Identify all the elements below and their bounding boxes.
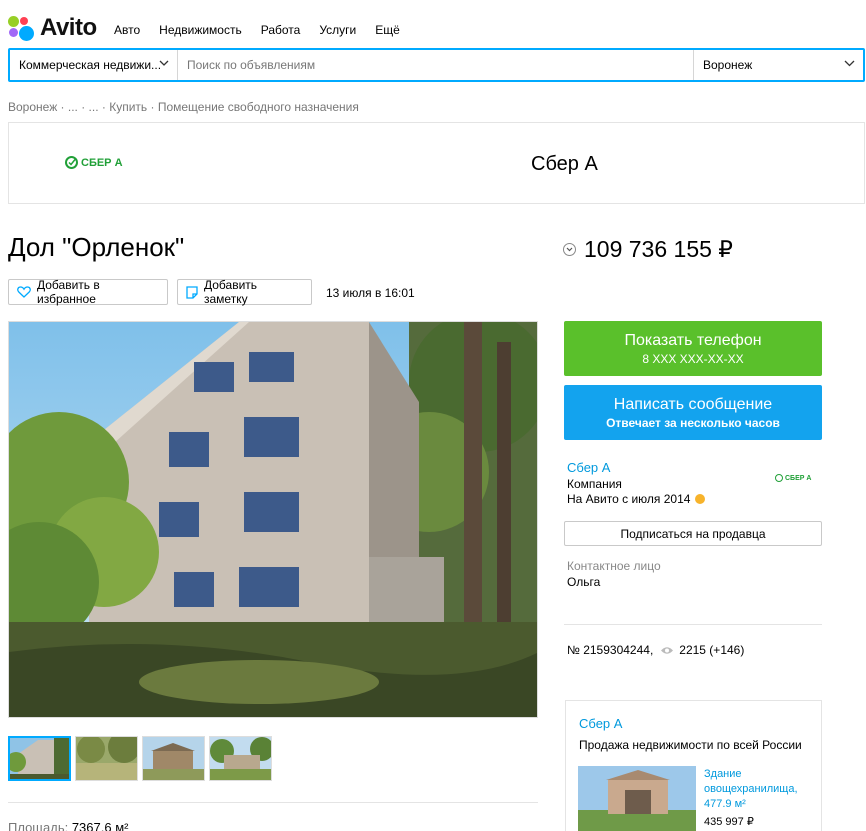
show-phone-label: Показать телефон: [624, 331, 762, 349]
listing-price: 109 736 155 ₽: [584, 236, 733, 262]
add-to-favorites-button[interactable]: Добавить в избранное: [8, 278, 168, 306]
photo-thumbnail[interactable]: [209, 736, 272, 781]
city-select[interactable]: Воронеж: [693, 50, 863, 80]
eye-icon: [660, 646, 674, 655]
seller-item-price: 435 997 ₽: [704, 816, 754, 828]
thumbnail-image: [210, 737, 271, 780]
search-bar: Коммерческая недвижи... Воронеж: [8, 48, 865, 82]
seller-card-description: Продажа недвижимости по всей России: [579, 738, 802, 752]
seller-name-link[interactable]: Сбер А: [567, 460, 610, 475]
add-to-favorites-label: Добавить в избранное: [37, 278, 100, 306]
banner-title: Сбер А: [531, 153, 598, 175]
section-divider: [564, 624, 822, 625]
breadcrumb[interactable]: Воронеж · ... · ... · Купить · Помещение…: [8, 100, 359, 114]
photo-thumbnails: [8, 736, 272, 781]
phone-masked: 8 XXX XXX-XX-XX: [642, 351, 744, 366]
subscribe-seller-button[interactable]: Подписаться на продавца: [564, 521, 822, 546]
seller-since: На Авито с июля 2014: [567, 492, 706, 506]
thumbnail-image: [76, 737, 137, 780]
medal-icon: [695, 494, 706, 504]
storage-building-image: [578, 766, 696, 831]
city-select-value: Воронеж: [703, 58, 753, 72]
heart-icon: [17, 286, 31, 298]
avito-logo[interactable]: Avito: [8, 14, 97, 42]
views-count: 2215 (+146): [679, 643, 745, 657]
photo-thumbnail[interactable]: [8, 736, 71, 781]
add-note-button[interactable]: Добавить заметку: [177, 278, 312, 306]
seller-item-image[interactable]: [578, 766, 696, 831]
response-time: Отвечает за несколько часов: [606, 415, 780, 430]
thumbnail-image: [143, 737, 204, 780]
area-label: Площадь:: [8, 820, 69, 831]
sber-logo-text: СБЕР А: [81, 156, 123, 169]
main-nav: Авто Недвижимость Работа Услуги Ещё: [114, 23, 419, 37]
seller-logo-text: СБЕР А: [785, 474, 812, 482]
chevron-down-icon[interactable]: [563, 243, 576, 256]
nav-item-jobs[interactable]: Работа: [261, 23, 301, 37]
area-value: 7367,6 м²: [71, 820, 129, 831]
category-select-value: Коммерческая недвижи...: [19, 58, 162, 72]
nav-item-auto[interactable]: Авто: [114, 23, 140, 37]
nav-item-realty[interactable]: Недвижимость: [159, 23, 242, 37]
show-phone-button[interactable]: Показать телефон 8 XXX XXX-XX-XX: [564, 321, 822, 376]
search-input[interactable]: [178, 50, 693, 80]
section-divider: [8, 802, 538, 803]
seller-card: Сбер А Продажа недвижимости по всей Росс…: [565, 700, 822, 831]
seller-since-text: На Авито с июля 2014: [567, 492, 691, 506]
chevron-down-icon: [844, 58, 855, 70]
seller-type: Компания: [567, 477, 622, 491]
contact-person-label: Контактное лицо: [567, 559, 661, 573]
listing-meta: № 2159304244, 2215 (+146): [567, 643, 744, 657]
seller-item-title-link[interactable]: Здание овощехранилища, 477.9 м²: [704, 767, 814, 812]
thumbnail-image: [10, 738, 69, 779]
write-message-label: Написать сообщение: [613, 395, 773, 413]
note-icon: [186, 285, 198, 299]
avito-logo-text: Avito: [40, 14, 97, 41]
nav-item-more[interactable]: Ещё: [375, 23, 400, 37]
sber-logo-icon: [775, 474, 783, 482]
listing-number: № 2159304244,: [567, 643, 654, 657]
photo-thumbnail[interactable]: [142, 736, 205, 781]
write-message-button[interactable]: Написать сообщение Отвечает за несколько…: [564, 385, 822, 440]
price-block: 109 736 155 ₽: [563, 236, 733, 263]
sber-logo-icon: [65, 156, 78, 169]
category-select[interactable]: Коммерческая недвижи...: [10, 50, 178, 80]
listing-title: Дол "Орленок": [8, 232, 185, 262]
chevron-down-icon: [159, 59, 169, 70]
seller-banner[interactable]: СБЕР А Сбер А: [8, 122, 865, 204]
add-note-label: Добавить заметку: [204, 278, 258, 306]
avito-logo-icon: [8, 14, 36, 42]
listing-main-photo[interactable]: [8, 321, 538, 718]
building-photo-image: [9, 322, 537, 717]
sber-logo: СБЕР А: [65, 156, 123, 169]
contact-person-name: Ольга: [567, 575, 601, 589]
seller-card-name-link[interactable]: Сбер А: [579, 716, 622, 731]
seller-logo[interactable]: СБЕР А: [775, 474, 811, 482]
photo-thumbnail[interactable]: [75, 736, 138, 781]
area-param: Площадь: 7367,6 м²: [8, 820, 128, 831]
nav-item-services[interactable]: Услуги: [319, 23, 356, 37]
listing-date: 13 июля в 16:01: [326, 286, 415, 300]
